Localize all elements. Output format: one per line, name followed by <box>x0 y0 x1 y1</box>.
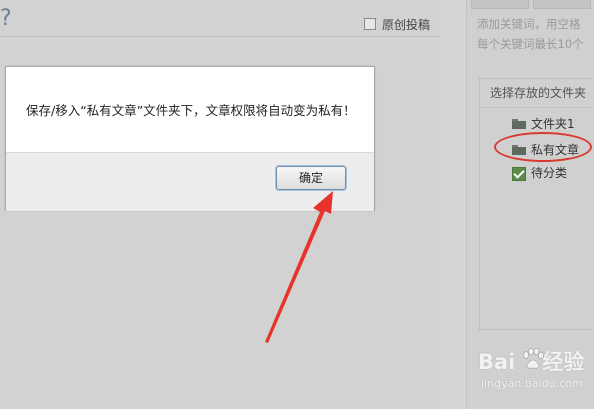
keyword-hint: 添加关键词，用空格 每个关键词最长10个 <box>477 14 594 54</box>
folder-item-label: 待分类 <box>531 166 568 180</box>
ok-button[interactable]: 确定 <box>276 166 346 190</box>
tag-tab-1[interactable] <box>471 0 529 9</box>
tag-tab-2[interactable] <box>533 0 591 9</box>
keyword-hint-line: 添加关键词，用空格 <box>477 17 581 31</box>
dialog-footer: 确定 <box>6 152 374 211</box>
tag-tabs <box>467 0 594 9</box>
dialog-message: 保存/移入“私有文章”文件夹下，文章权限将自动变为私有！ <box>26 103 356 118</box>
folder-item-label: 文件夹1 <box>531 117 575 131</box>
editor-header: ? 原创投稿 <box>0 0 440 37</box>
original-post-checkbox[interactable] <box>364 18 376 30</box>
paw-icon <box>523 348 544 369</box>
original-post-label: 原创投稿 <box>382 18 431 32</box>
folder-picker-title: 选择存放的文件夹 <box>480 79 592 108</box>
watermark-url: jingyan.baidu.com <box>481 377 583 390</box>
check-icon <box>512 167 526 181</box>
title-fragment: ? <box>0 6 12 31</box>
alert-dialog: 保存/移入“私有文章”文件夹下，文章权限将自动变为私有！ 确定 <box>5 66 375 211</box>
folder-icon <box>512 119 526 129</box>
keyword-hint-line: 每个关键词最长10个 <box>477 37 584 51</box>
baidu-jingyan-watermark: Bai 经验 jingyan.baidu.com <box>478 346 590 406</box>
annotation-ellipse <box>494 132 592 162</box>
